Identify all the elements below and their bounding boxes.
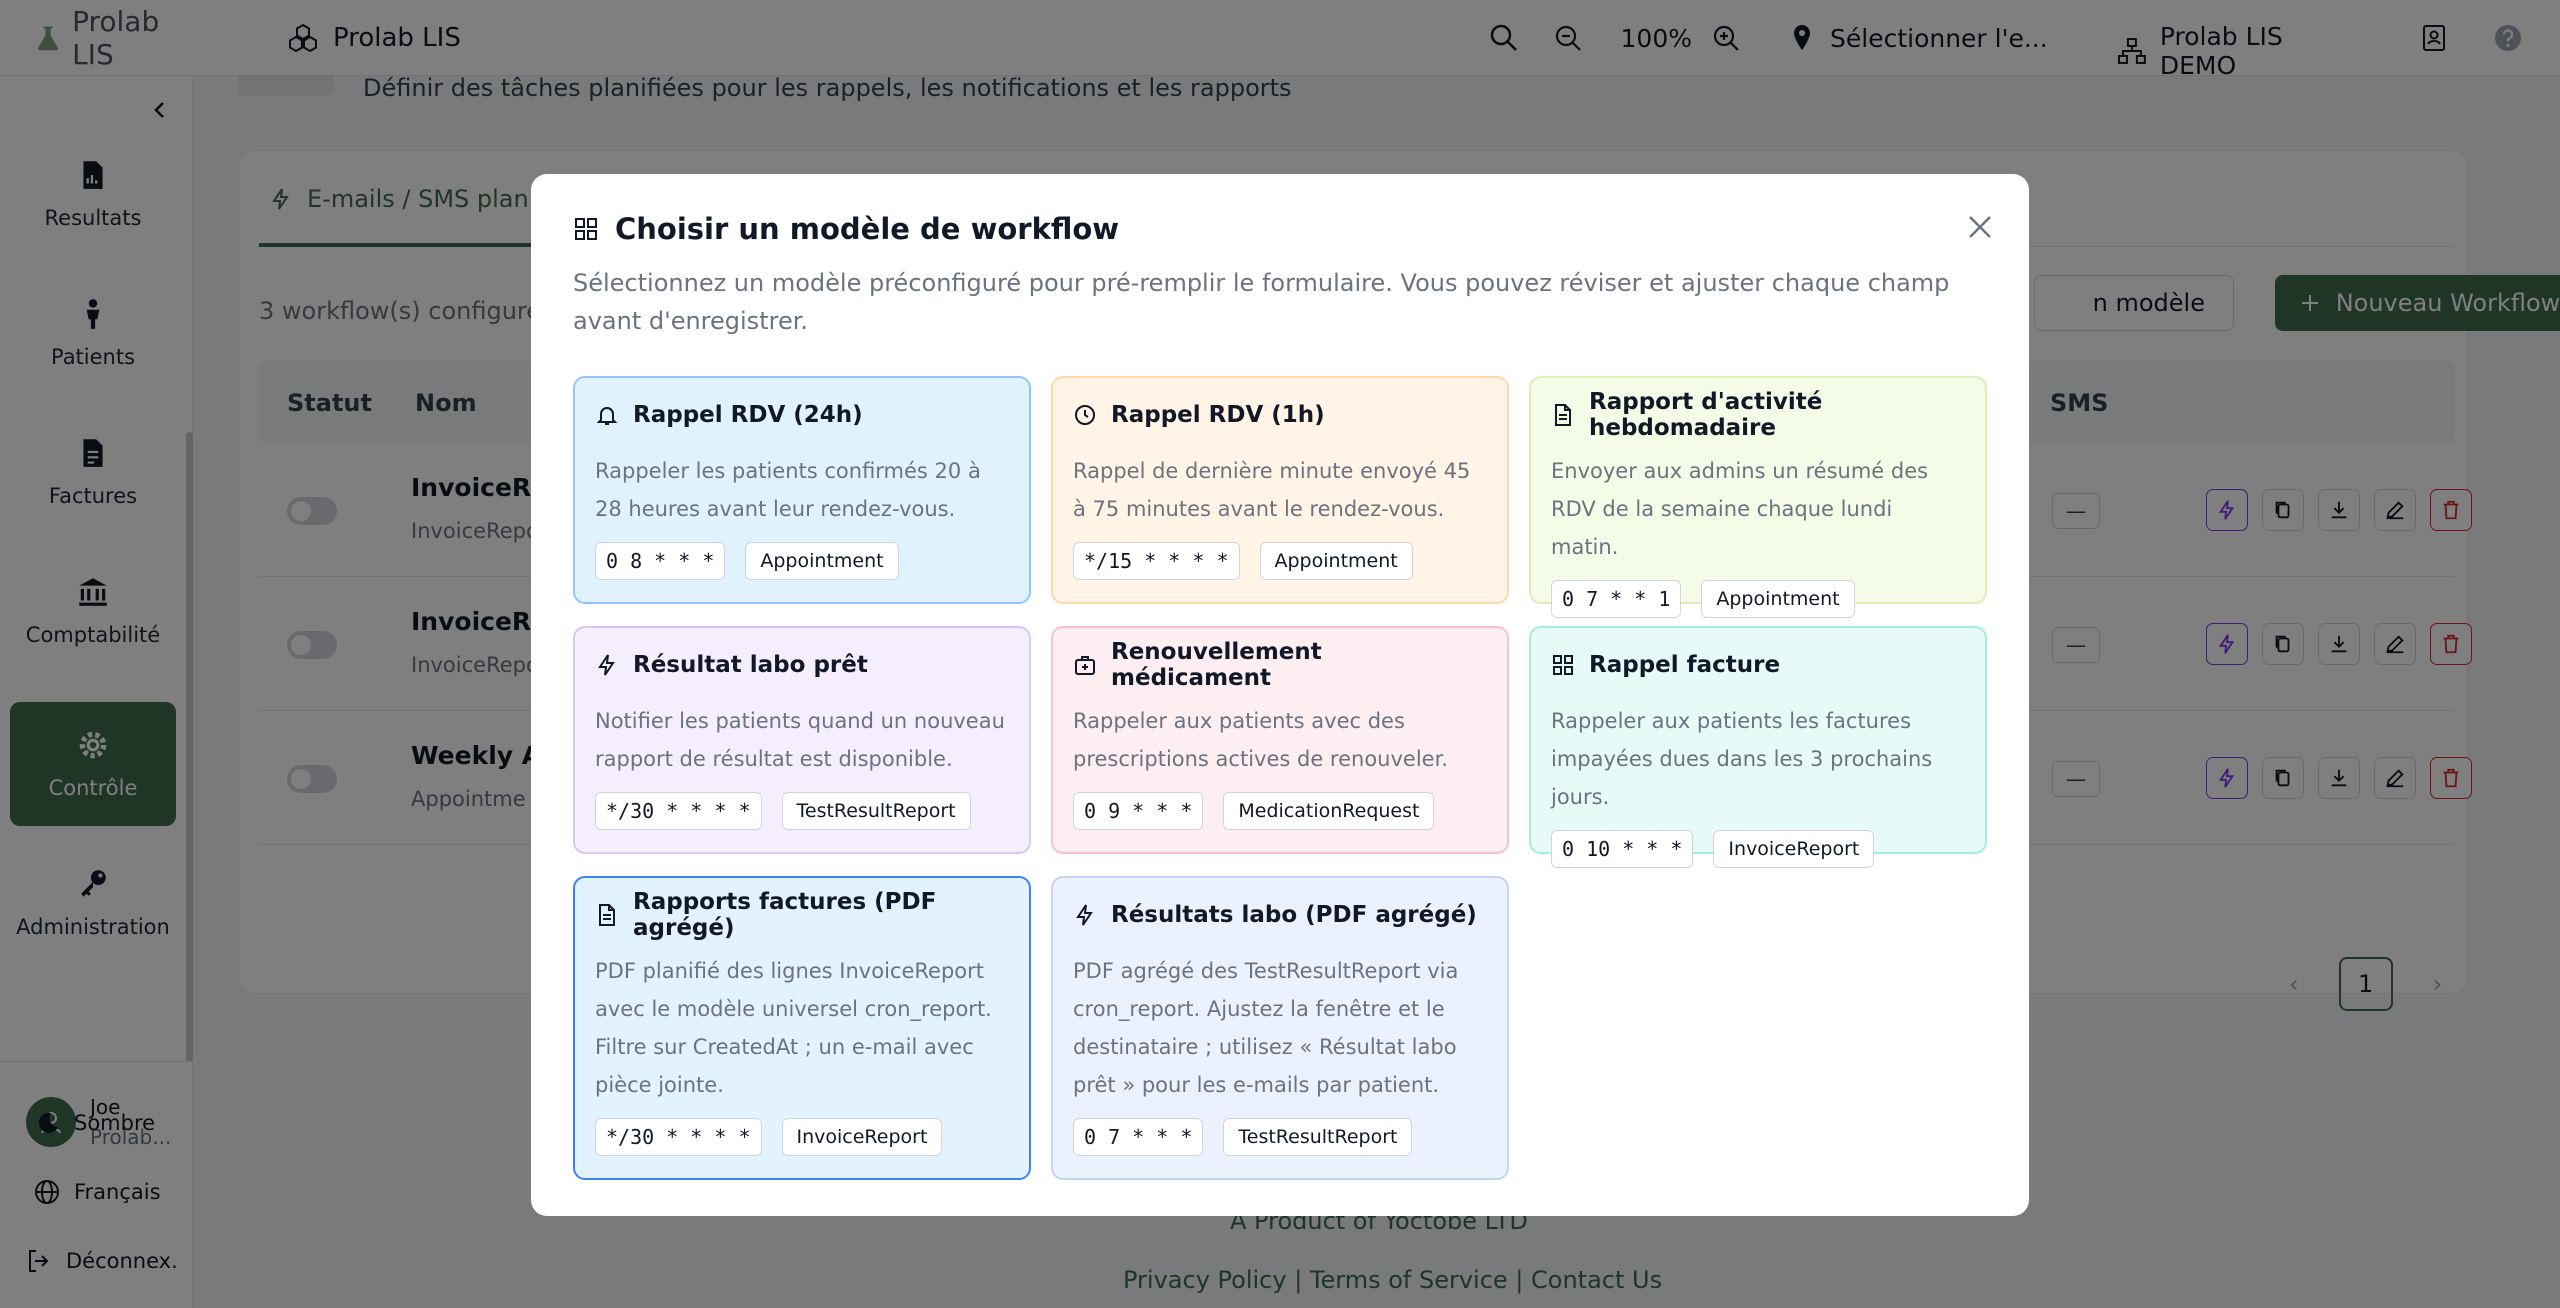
cron-badge: 0 9 * * *: [1073, 792, 1204, 830]
template-description: Notifier les patients quand un nouveau r…: [595, 709, 1005, 771]
medical-bag-icon: [1075, 656, 1095, 675]
cron-badge: 0 7 * * 1: [1551, 580, 1682, 618]
entity-badge: Appointment: [745, 542, 899, 580]
entity-badge: Appointment: [1259, 542, 1413, 580]
template-card-rapport-hebdo[interactable]: Rapport d'activité hebdomadaire Envoyer …: [1529, 376, 1987, 618]
template-description: Rappeler aux patients les factures impay…: [1551, 709, 1933, 809]
template-title: Rappel facture: [1589, 652, 1781, 678]
template-title: Rappel RDV (24h): [633, 402, 863, 428]
template-card-rapports-factures-pdf[interactable]: Rapports factures (PDF agrégé) PDF plani…: [573, 876, 1031, 1180]
template-title: Renouvellement médicament: [1111, 639, 1322, 691]
document-icon: [1555, 404, 1571, 426]
template-description: Rappeler les patients confirmés 20 à 28 …: [595, 459, 981, 521]
template-description: Rappeler aux patients avec des prescript…: [1073, 709, 1448, 771]
clock-icon: [1075, 405, 1095, 425]
cron-badge: 0 8 * * *: [595, 542, 726, 580]
close-icon[interactable]: [1963, 210, 1997, 244]
template-title: Résultats labo (PDF agrégé): [1111, 902, 1477, 928]
lightning-icon: [1076, 904, 1093, 926]
entity-badge: InvoiceReport: [1713, 830, 1875, 868]
template-card-renouvellement[interactable]: Renouvellement médicament Rappeler aux p…: [1051, 626, 1509, 854]
grid-icon: [575, 218, 597, 240]
template-title: Résultat labo prêt: [633, 652, 868, 678]
bell-icon: [596, 407, 618, 425]
grid-icon: [1553, 655, 1573, 675]
template-description: Rappel de dernière minute envoyé 45 à 75…: [1073, 459, 1471, 521]
document-icon: [599, 904, 615, 926]
entity-badge: InvoiceReport: [781, 1118, 943, 1156]
template-picker-modal: Choisir un modèle de workflow Sélectionn…: [531, 174, 2029, 1216]
cron-badge: 0 7 * * *: [1073, 1118, 1204, 1156]
entity-badge: TestResultReport: [1223, 1118, 1413, 1156]
entity-badge: TestResultReport: [781, 792, 971, 830]
cron-badge: */30 * * * *: [595, 792, 762, 830]
template-description: PDF agrégé des TestResultReport via cron…: [1073, 959, 1459, 1097]
template-card-rappel-rdv-24h[interactable]: Rappel RDV (24h) Rappeler les patients c…: [573, 376, 1031, 604]
cron-badge: */15 * * * *: [1073, 542, 1240, 580]
template-card-rappel-facture[interactable]: Rappel facture Rappeler aux patients les…: [1529, 626, 1987, 868]
entity-badge: Appointment: [1701, 580, 1855, 618]
lightning-icon: [598, 654, 615, 676]
cron-badge: */30 * * * *: [595, 1118, 762, 1156]
template-card-resultats-labo-pdf[interactable]: Résultats labo (PDF agrégé) PDF agrégé d…: [1051, 876, 1509, 1180]
template-description: Envoyer aux admins un résumé des RDV de …: [1551, 459, 1929, 559]
modal-title: Choisir un modèle de workflow: [615, 212, 1120, 246]
template-title: Rappel RDV (1h): [1111, 402, 1325, 428]
template-card-rappel-rdv-1h[interactable]: Rappel RDV (1h) Rappel de dernière minut…: [1051, 376, 1509, 604]
template-title: Rapports factures (PDF agrégé): [633, 889, 937, 941]
cron-badge: 0 10 * * *: [1551, 830, 1694, 868]
template-description: PDF planifié des lignes InvoiceReport av…: [595, 959, 992, 1097]
modal-header: Choisir un modèle de workflow: [573, 212, 1119, 246]
entity-badge: MedicationRequest: [1223, 792, 1435, 830]
template-card-resultat-labo[interactable]: Résultat labo prêt Notifier les patients…: [573, 626, 1031, 854]
modal-description: Sélectionnez un modèle préconfiguré pour…: [573, 269, 1950, 335]
template-title: Rapport d'activité hebdomadaire: [1589, 389, 1823, 441]
